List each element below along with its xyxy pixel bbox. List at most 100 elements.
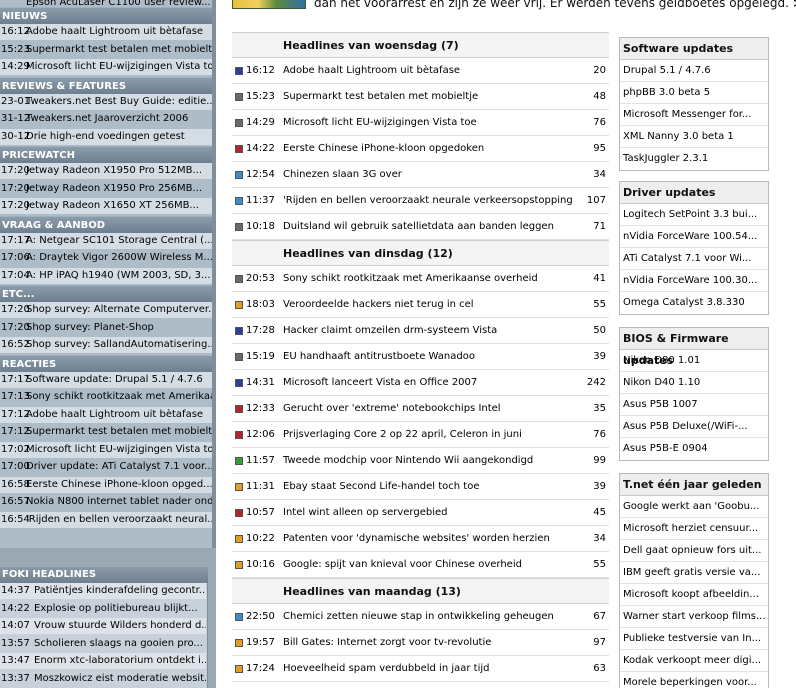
sidebar-item[interactable]: 16:12Adobe haalt Lightroom uit bètafase xyxy=(0,24,212,40)
sidebar-section-title[interactable]: PRICEWATCH xyxy=(0,146,216,163)
sidebar-item[interactable]: 17:20Jetway Radeon X1950 Pro 512MB... xyxy=(0,163,212,179)
update-item-link[interactable]: TaskJuggler 2.3.1 xyxy=(620,148,768,170)
sidebar-item[interactable]: 16:57Nokia N800 internet tablet nader on… xyxy=(0,494,212,510)
comment-count[interactable]: 39 xyxy=(593,474,606,500)
news-row[interactable]: 11:31 Ebay staat Second Life-handel toch … xyxy=(232,474,609,500)
comment-count[interactable]: 55 xyxy=(593,292,606,318)
update-item-link[interactable]: Warner start verkoop films... xyxy=(620,606,768,628)
sidebar-item[interactable]: 15:23Supermarkt test betalen met mobielt… xyxy=(0,42,212,58)
update-item-link[interactable]: Microsoft Messenger for... xyxy=(620,104,768,126)
comment-count[interactable]: 48 xyxy=(593,84,606,110)
sidebar-item[interactable]: 17:20Jetway Radeon X1950 Pro 256MB... xyxy=(0,181,212,197)
banner-image[interactable] xyxy=(232,0,306,9)
sidebar-section-title[interactable]: REACTIES xyxy=(0,354,216,372)
news-row[interactable]: 14:22 Eerste Chinese iPhone-kloon opgedok… xyxy=(232,136,609,162)
news-title-link[interactable]: Supermarkt test betalen met mobieltje xyxy=(283,84,573,110)
news-title-link[interactable]: Patenten voor 'dynamische websites' word… xyxy=(283,526,573,552)
news-row[interactable]: 20:53 Sony schikt rootkitzaak met Amerika… xyxy=(232,266,609,292)
sidebar-item[interactable]: 17:12Adobe haalt Lightroom uit bètafase xyxy=(0,406,212,423)
news-row[interactable]: 16:12 Adobe haalt Lightroom uit bètafase 2… xyxy=(232,58,609,84)
sidebar-item[interactable]: 17:12Supermarkt test betalen met mobielt… xyxy=(0,424,212,440)
news-row[interactable]: 15:19 EU handhaaft antitrustboete Wanadoo… xyxy=(232,344,609,370)
foki-item[interactable]: 13:47 Enorm xtc-laboratorium ontdekt i... xyxy=(0,653,206,669)
news-title-link[interactable]: Adobe haalt Lightroom uit bètafase xyxy=(283,58,573,84)
sidebar-item[interactable]: 16:54'Rijden en bellen veroorzaakt neura… xyxy=(0,511,212,528)
sidebar-item[interactable]: 23-01Tweakers.net Best Buy Guide: editie… xyxy=(0,93,212,110)
update-item-link[interactable]: Kodak verkoopt meer digi... xyxy=(620,650,768,672)
sidebar-item[interactable]: 17:02Microsoft licht EU-wijzigingen Vist… xyxy=(0,441,212,458)
update-box-title[interactable]: BIOS & Firmware updates xyxy=(620,328,768,367)
news-row[interactable]: 12:06 Prijsverlaging Core 2 op 22 april, … xyxy=(232,422,609,448)
news-row[interactable]: 10:57 Intel wint alleen op servergebied 45 xyxy=(232,500,609,526)
news-title-link[interactable]: Google: spijt van knieval voor Chinese o… xyxy=(283,552,573,578)
update-item-link[interactable]: Microsoft koopt afbeeldin... xyxy=(620,584,768,606)
update-item-link[interactable]: Drupal 5.1 / 4.7.6 xyxy=(620,60,768,82)
sidebar-item[interactable]: 16:52Shop survey: SallandAutomatisering.… xyxy=(0,337,212,353)
comment-count[interactable]: 39 xyxy=(593,344,606,370)
update-item-link[interactable]: XML Nanny 3.0 beta 1 xyxy=(620,126,768,148)
sidebar-item[interactable]: 17:13Sony schikt rootkitzaak met Amerika… xyxy=(0,389,212,405)
news-title-link[interactable]: Intel wint alleen op servergebied xyxy=(283,500,573,526)
update-item-link[interactable]: Dell gaat opnieuw fors uit... xyxy=(620,540,768,562)
sidebar-item[interactable]: 14:29Microsoft licht EU-wijzigingen Vist… xyxy=(0,59,212,75)
news-row[interactable]: 14:29 Microsoft licht EU-wijzigingen Vist… xyxy=(232,110,609,136)
foki-item[interactable]: 13:37 Moszkowicz eist moderatie websit... xyxy=(0,671,206,687)
news-title-link[interactable]: EU handhaaft antitrustboete Wanadoo xyxy=(283,344,573,370)
news-title-link[interactable]: Microsoft lanceert Vista en Office 2007 xyxy=(283,370,573,396)
comment-count[interactable]: 107 xyxy=(587,188,606,214)
sidebar-item[interactable]: 30-12Drie high-end voedingen getest xyxy=(0,128,212,145)
foki-item[interactable]: 14:37 Patiëntjes kinderafdeling gecontr..… xyxy=(0,583,206,599)
update-box-title[interactable]: Software updates xyxy=(620,38,768,60)
news-title-link[interactable]: Gerucht over 'extreme' notebookchips Int… xyxy=(283,396,573,422)
update-item-link[interactable]: Logitech SetPoint 3.3 bui... xyxy=(620,204,768,226)
comment-count[interactable]: 50 xyxy=(593,318,606,344)
comment-count[interactable]: 99 xyxy=(593,448,606,474)
foki-item[interactable]: 14:22 Explosie op politiebureau blijkt... xyxy=(0,601,206,617)
news-title-link[interactable]: Hacker claimt omzeilen drm-systeem Vista xyxy=(283,318,573,344)
news-title-link[interactable]: Sony schikt rootkitzaak met Amerikaanse … xyxy=(283,266,573,292)
sidebar-item[interactable]: 17:20Shop survey: Planet-Shop xyxy=(0,320,212,336)
news-title-link[interactable]: Eerste Chinese iPhone-kloon opgedoken xyxy=(283,136,573,162)
sidebar-item[interactable]: 16:58Eerste Chinese iPhone-kloon opged..… xyxy=(0,476,212,493)
update-box-title[interactable]: Driver updates xyxy=(620,182,768,204)
news-row[interactable]: 17:28 Hacker claimt omzeilen drm-systeem … xyxy=(232,318,609,344)
sidebar-section-title[interactable]: ETC... xyxy=(0,285,216,302)
sidebar-section-title[interactable]: VRAAG & AANBOD xyxy=(0,215,216,233)
news-title-link[interactable]: Prijsverlaging Core 2 op 22 april, Celer… xyxy=(283,422,573,448)
update-item-link[interactable]: nVidia ForceWare 100.54... xyxy=(620,226,768,248)
sidebar-section-title[interactable]: NIEUWS xyxy=(0,7,216,24)
news-title-link[interactable]: Ebay staat Second Life-handel toch toe xyxy=(283,474,573,500)
update-item-link[interactable]: Asus P5B-E 0904 xyxy=(620,438,768,460)
sidebar-item[interactable]: 17:17A: Netgear SC101 Storage Central (.… xyxy=(0,232,212,249)
news-row[interactable]: 11:37 'Rijden en bellen veroorzaakt neura… xyxy=(232,188,609,214)
update-item-link[interactable]: Microsoft herziet censuur... xyxy=(620,518,768,540)
news-title-link[interactable]: 'Rijden en bellen veroorzaakt neurale ve… xyxy=(283,188,573,214)
update-item-link[interactable]: phpBB 3.0 beta 5 xyxy=(620,82,768,104)
comment-count[interactable]: 71 xyxy=(593,214,606,240)
update-item-link[interactable]: Google werkt aan 'Goobu... xyxy=(620,496,768,518)
news-title-link[interactable]: Chemici zetten nieuwe stap in ontwikkeli… xyxy=(283,604,573,630)
sidebar-item[interactable]: 17:20Shop survey: Alternate Computerver.… xyxy=(0,302,212,318)
news-title-link[interactable]: Bill Gates: Internet zorgt voor tv-revol… xyxy=(283,630,573,656)
news-row[interactable]: 11:57 Tweede modchip voor Nintendo Wii aa… xyxy=(232,448,609,474)
update-item-link[interactable]: ATi Catalyst 7.1 voor Wi... xyxy=(620,248,768,270)
comment-count[interactable]: 76 xyxy=(593,422,606,448)
news-row[interactable]: 10:18 Duitsland wil gebruik satellietdata… xyxy=(232,214,609,240)
news-row[interactable]: 10:22 Patenten voor 'dynamische websites'… xyxy=(232,526,609,552)
comment-count[interactable]: 67 xyxy=(593,604,606,630)
update-item-link[interactable]: Publieke testversie van In... xyxy=(620,628,768,650)
news-row[interactable]: 17:24 Hoeveelheid spam verdubbeld in jaar… xyxy=(232,656,609,682)
comment-count[interactable]: 63 xyxy=(593,656,606,682)
update-item-link[interactable]: IBM geeft gratis versie va... xyxy=(620,562,768,584)
news-row[interactable]: 19:57 Bill Gates: Internet zorgt voor tv-… xyxy=(232,630,609,656)
update-item-link[interactable]: Asus P5B Deluxe(/WiFi-... xyxy=(620,416,768,438)
comment-count[interactable]: 20 xyxy=(593,58,606,84)
comment-count[interactable]: 41 xyxy=(593,266,606,292)
foki-item[interactable]: 13:57 Scholieren slaags na gooien pro... xyxy=(0,636,206,652)
update-item-link[interactable]: nVidia ForceWare 100.30... xyxy=(620,270,768,292)
sidebar-item[interactable]: 17:04A: HP iPAQ h1940 (WM 2003, SD, 3... xyxy=(0,267,212,284)
comment-count[interactable]: 95 xyxy=(593,136,606,162)
sidebar-item[interactable]: 17:00Driver update: ATi Catalyst 7.1 voo… xyxy=(0,459,212,475)
news-row[interactable]: 14:31 Microsoft lanceert Vista en Office … xyxy=(232,370,609,396)
news-title-link[interactable]: Duitsland wil gebruik satellietdata aan … xyxy=(283,214,573,240)
